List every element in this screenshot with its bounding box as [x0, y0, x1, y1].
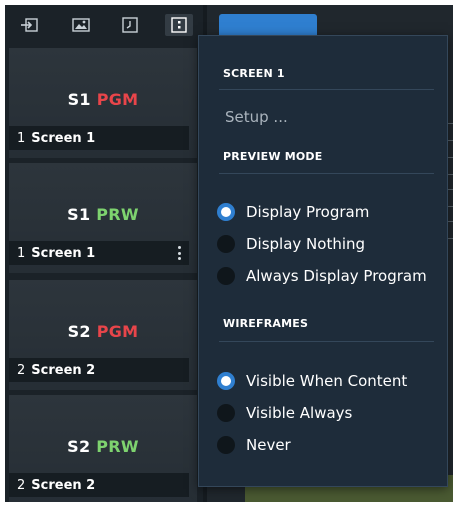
panel-toolbar	[5, 5, 203, 45]
grid-icon	[171, 17, 187, 33]
thumbnail-label-bar: 2 Screen 2	[9, 358, 189, 382]
thumbnail-title: S2 PGM	[9, 322, 197, 341]
preview-mode-option-label: Display Program	[246, 203, 370, 221]
preview-mode-option[interactable]: Always Display Program	[217, 265, 427, 287]
app-frame: S1 PGM 1 Screen 1 S1 PRW 1 Screen 1 S2 PGM 2 Scr…	[5, 5, 453, 502]
radio-selected-icon[interactable]	[217, 203, 235, 221]
thumbnail-title: S1 PRW	[9, 205, 197, 224]
wireframe-option-label: Visible When Content	[246, 372, 408, 390]
radio-selected-icon[interactable]	[217, 372, 235, 390]
screen-thumbnail[interactable]: S2 PRW 2 Screen 2	[9, 395, 197, 502]
menu-separator	[219, 173, 434, 174]
screen-number: 1	[17, 245, 26, 261]
screen-number: 2	[17, 362, 26, 378]
thumbnail-title: S1 PGM	[9, 90, 197, 109]
sign-in-icon	[21, 18, 38, 32]
screen-label: Screen 2	[31, 362, 96, 378]
screen-number: 2	[17, 477, 26, 493]
radio-unselected-icon[interactable]	[217, 404, 235, 422]
context-menu: SCREEN 1 Setup ... PREVIEW MODE Display …	[198, 35, 448, 487]
wireframes-header: WIREFRAMES	[223, 317, 309, 330]
screen-number: 1	[17, 130, 26, 146]
wireframe-option[interactable]: Visible Always	[217, 402, 352, 424]
screen-label: Screen 1	[31, 245, 96, 261]
menu-screen-header: SCREEN 1	[223, 67, 285, 80]
setup-menu-item[interactable]: Setup ...	[225, 108, 288, 126]
program-tag: PGM	[96, 90, 139, 109]
wireframe-option-label: Visible Always	[246, 404, 353, 422]
preview-mode-header: PREVIEW MODE	[223, 150, 323, 163]
clock-button[interactable]	[116, 14, 144, 36]
radio-unselected-icon[interactable]	[217, 436, 235, 454]
wireframe-option[interactable]: Never	[217, 434, 291, 456]
more-options-icon[interactable]	[177, 246, 181, 260]
screen-code: S1	[67, 205, 91, 224]
screen-code: S2	[67, 322, 91, 341]
thumbnail-label-bar: 1 Screen 1	[9, 241, 189, 265]
thumbnail-label-bar: 1 Screen 1	[9, 126, 189, 150]
radio-unselected-icon[interactable]	[217, 267, 235, 285]
screen-code: S1	[67, 90, 91, 109]
wireframe-option[interactable]: Visible When Content	[217, 370, 407, 392]
thumbnail-label-bar: 2 Screen 2	[9, 473, 189, 497]
screen-label: Screen 2	[31, 477, 96, 493]
preview-mode-option[interactable]: Display Nothing	[217, 233, 365, 255]
preview-tag: PRW	[96, 437, 139, 456]
screen-label: Screen 1	[31, 130, 96, 146]
screen-thumbnail[interactable]: S2 PGM 2 Screen 2	[9, 280, 197, 390]
preview-mode-option-label: Always Display Program	[246, 267, 427, 285]
grid-button[interactable]	[165, 14, 193, 36]
screen-code: S2	[67, 437, 91, 456]
screen-thumbnail[interactable]: S1 PGM 1 Screen 1	[9, 48, 197, 158]
image-icon	[72, 18, 90, 32]
preview-mode-option-label: Display Nothing	[246, 235, 366, 253]
thumbnail-title: S2 PRW	[9, 437, 197, 456]
preview-mode-option[interactable]: Display Program	[217, 201, 369, 223]
screen-list-panel: S1 PGM 1 Screen 1 S1 PRW 1 Screen 1 S2 PGM 2 Scr…	[5, 5, 203, 502]
clock-icon	[122, 17, 138, 33]
sign-in-button[interactable]	[15, 14, 43, 36]
menu-separator	[219, 341, 434, 342]
menu-separator	[219, 89, 434, 90]
preview-tag: PRW	[96, 205, 139, 224]
screen-thumbnail[interactable]: S1 PRW 1 Screen 1	[9, 163, 197, 273]
image-button[interactable]	[67, 14, 95, 36]
wireframe-option-label: Never	[246, 436, 291, 454]
radio-unselected-icon[interactable]	[217, 235, 235, 253]
program-tag: PGM	[96, 322, 139, 341]
